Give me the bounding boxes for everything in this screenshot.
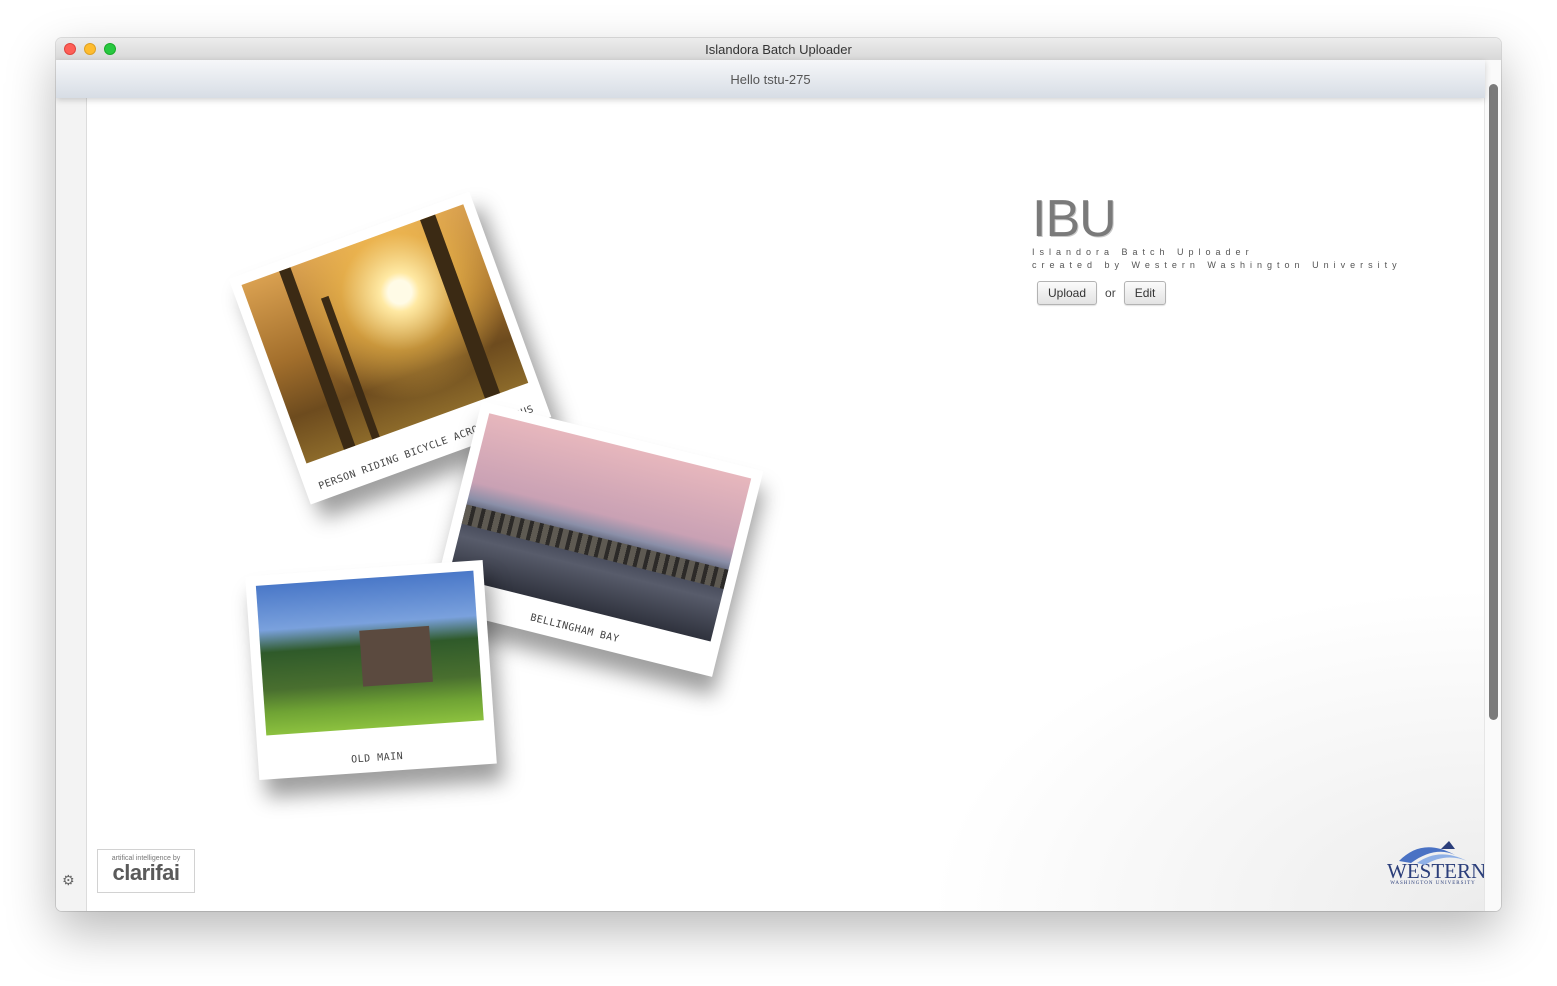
clarifai-badge[interactable]: artifical intelligence by clarifai <box>97 849 195 893</box>
subtitle-line1: Islandora Batch Uploader <box>1032 247 1254 257</box>
wave-icon <box>1399 841 1467 865</box>
subtitle-line2: created by Western Washington University <box>1032 260 1402 270</box>
window-title: Islandora Batch Uploader <box>705 42 852 57</box>
clarifai-name: clarifai <box>112 860 180 885</box>
photo-old-main <box>255 570 484 736</box>
left-rail: ⚙ <box>56 60 87 911</box>
building <box>359 625 433 687</box>
scrollbar-thumb[interactable] <box>1489 84 1498 720</box>
upload-button[interactable]: Upload <box>1037 281 1098 305</box>
photo-card-old-main: Old Main <box>245 559 497 781</box>
edit-button[interactable]: Edit <box>1123 281 1167 305</box>
tree-trunk <box>420 214 501 399</box>
scrollbar-track[interactable] <box>1484 60 1501 911</box>
western-logo: WESTERN WASHINGTON UNIVERSITY <box>1387 839 1486 889</box>
tree-trunk <box>320 295 380 440</box>
action-row: Upload or Edit <box>1032 281 1402 305</box>
photo-caption: Old Main <box>350 750 404 766</box>
app-logo: IBU <box>1032 190 1117 248</box>
gear-icon[interactable]: ⚙ <box>62 872 75 889</box>
pier <box>461 504 729 590</box>
header-bar: Hello tstu-275 <box>56 60 1485 98</box>
hero-block: IBU Islandora Batch Uploader created by … <box>1032 193 1402 305</box>
main-content: Person riding bicycle across campus Bell… <box>87 98 1486 911</box>
title-bar[interactable]: Islandora Batch Uploader <box>56 38 1501 61</box>
app-window: Islandora Batch Uploader ⚙ Hello tstu-27… <box>56 38 1501 911</box>
western-subtitle: WASHINGTON UNIVERSITY <box>1390 881 1476 886</box>
greeting-text: Hello tstu-275 <box>730 72 811 87</box>
or-text: or <box>1105 286 1116 300</box>
